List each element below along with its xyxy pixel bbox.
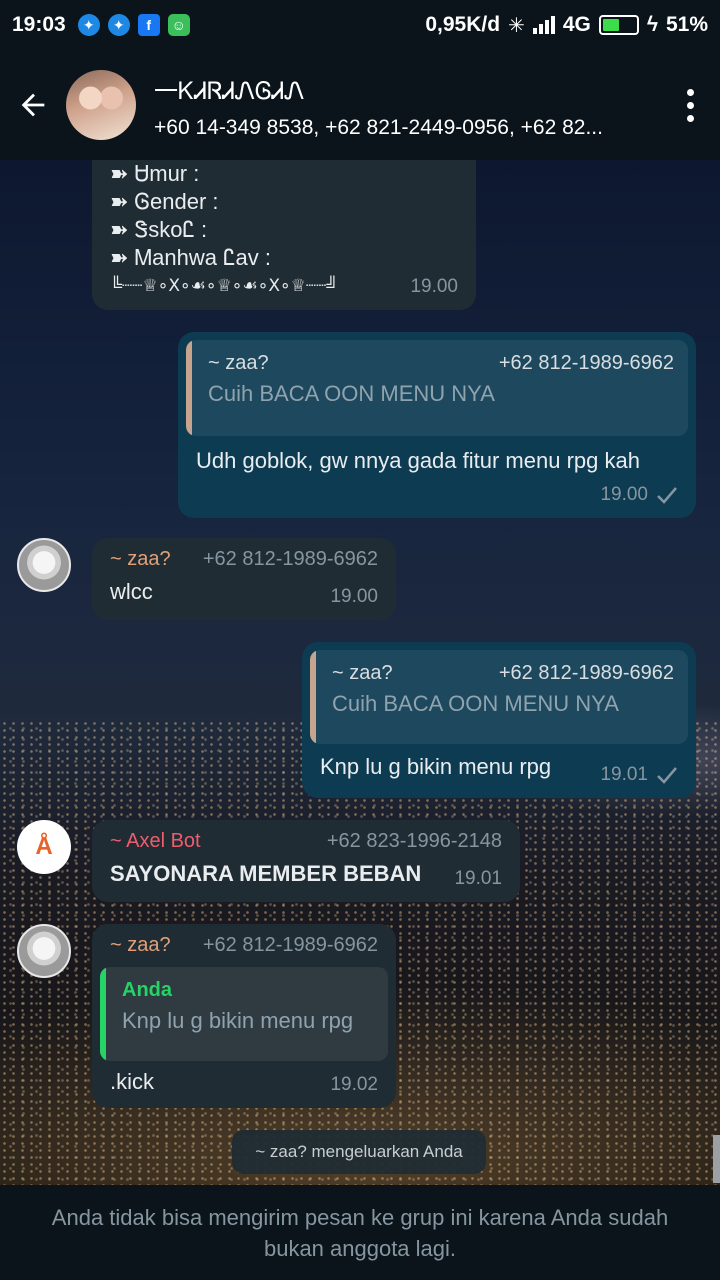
message-time: 19.00 <box>600 484 648 505</box>
battery-percent: 51% <box>665 13 708 36</box>
back-button[interactable] <box>0 50 66 160</box>
group-members: +60 14-349 8538, +62 821-2449-0956, +62 … <box>154 115 603 139</box>
check-icon <box>657 487 677 504</box>
quote-sender: ~ zaa? <box>208 352 269 374</box>
message-bubble-incoming[interactable]: ~ zaa? +62 812-1989-6962 Anda Knp lu g b… <box>92 924 396 1108</box>
message-bubble-incoming[interactable]: ~ Axel Bot +62 823-1996-2148 SAYONARA ME… <box>92 820 520 902</box>
group-info[interactable]: 一ᏦᏗᏒᏗᏁᎶᏗᏁ +60 14-349 8538, +62 821-2449-… <box>154 71 660 140</box>
message-bubble-outgoing[interactable]: ~ zaa? +62 812-1989-6962 Cuih BACA OON M… <box>178 332 696 518</box>
arrow-left-icon <box>21 93 45 117</box>
message-line: ➽ ᏕskoᏝ : <box>110 217 208 242</box>
quote-sender: Anda <box>122 979 172 1001</box>
message-time: 19.01 <box>600 764 648 785</box>
message-line: ➽ Ꮜmur : <box>110 161 200 186</box>
message-text: Udh goblok, gw nnya gada fitur menu rpg … <box>196 448 640 473</box>
quoted-message[interactable]: ~ zaa? +62 812-1989-6962 Cuih BACA OON M… <box>310 650 688 744</box>
signal-icon <box>532 16 555 34</box>
android-icon: ☺ <box>167 14 190 36</box>
sender-phone: +62 823-1996-2148 <box>326 830 502 852</box>
quote-text: Knp lu g bikin menu rpg <box>122 1008 354 1033</box>
sender-phone: +62 812-1989-6962 <box>202 548 378 570</box>
check-icon <box>657 767 677 784</box>
quote-phone: +62 812-1989-6962 <box>498 662 674 684</box>
network-type: 4G <box>562 13 591 36</box>
charging-icon: ϟ <box>646 13 658 36</box>
message-time: 19.00 <box>330 586 378 607</box>
status-time: 19:03 <box>12 13 66 36</box>
group-name: 一ᏦᏗᏒᏗᏁᎶᏗᏁ <box>154 77 305 105</box>
system-message: ~ zaa? mengeluarkan Anda <box>232 1130 486 1174</box>
more-vert-icon <box>686 88 694 96</box>
chat-header: 一ᏦᏗᏒᏗᏁᎶᏗᏁ +60 14-349 8538, +62 821-2449-… <box>0 50 720 160</box>
sender-avatar[interactable] <box>17 924 71 978</box>
loading-icon: ✳ <box>508 14 525 37</box>
quote-text: Cuih BACA OON MENU NYA <box>208 381 495 406</box>
quote-phone: +62 812-1989-6962 <box>498 352 674 374</box>
sender-name[interactable]: ~ zaa? <box>110 934 171 957</box>
sender-phone: +62 812-1989-6962 <box>202 934 378 956</box>
message-time: 19.01 <box>454 868 502 889</box>
sender-name[interactable]: ~ zaa? <box>110 548 171 571</box>
message-line: ╚┈┈♕∘Ⅹ∘☙∘♕∘☙∘Ⅹ∘♕┈┈╝ <box>110 276 339 295</box>
notification-icons: ✦ ✦ f ☺ <box>77 14 190 36</box>
quote-text: Cuih BACA OON MENU NYA <box>332 691 619 716</box>
message-text: SAYONARA MEMBER BEBAN <box>110 861 422 886</box>
battery-icon <box>598 15 639 35</box>
messenger-icon: ✦ <box>107 14 130 36</box>
message-time: 19.02 <box>330 1074 378 1095</box>
messenger-icon: ✦ <box>77 14 100 36</box>
quoted-message[interactable]: ~ zaa? +62 812-1989-6962 Cuih BACA OON M… <box>186 340 688 436</box>
message-time: 19.00 <box>410 276 458 297</box>
message-line: ➽ Ꮇanhwa Ꮭav : <box>110 245 271 270</box>
more-options-button[interactable] <box>660 50 720 160</box>
quote-sender: ~ zaa? <box>332 662 393 684</box>
status-bar: 19:03 ✦ ✦ f ☺ 0,95K/d ✳ 4G ϟ 51% <box>0 0 720 50</box>
removed-notice: Anda tidak bisa mengirim pesan ke grup i… <box>0 1185 720 1280</box>
scrollbar-thumb[interactable] <box>713 1135 720 1183</box>
message-line: ➽ Ꮆender : <box>110 189 219 214</box>
bot-avatar[interactable]: Å <box>17 820 71 874</box>
sender-name[interactable]: ~ Axel Bot <box>110 830 201 853</box>
removed-notice-text: Anda tidak bisa mengirim pesan ke grup i… <box>51 1204 669 1261</box>
quoted-message[interactable]: Anda Knp lu g bikin menu rpg <box>100 967 388 1061</box>
group-avatar[interactable] <box>66 70 136 140</box>
chat-area[interactable]: ➽ Ꮜmur : ➽ Ꮆender : ➽ ᏕskoᏝ : ➽ Ꮇanhwa Ꮭ… <box>0 160 720 1185</box>
facebook-icon: f <box>137 14 160 36</box>
message-bubble-incoming[interactable]: ➽ Ꮜmur : ➽ Ꮆender : ➽ ᏕskoᏝ : ➽ Ꮇanhwa Ꮭ… <box>92 160 476 310</box>
sender-avatar[interactable] <box>17 538 71 592</box>
message-bubble-outgoing[interactable]: ~ zaa? +62 812-1989-6962 Cuih BACA OON M… <box>302 642 696 798</box>
message-bubble-incoming[interactable]: ~ zaa? +62 812-1989-6962 wlcc 19.00 <box>92 538 396 620</box>
net-speed: 0,95K/d <box>425 13 501 36</box>
